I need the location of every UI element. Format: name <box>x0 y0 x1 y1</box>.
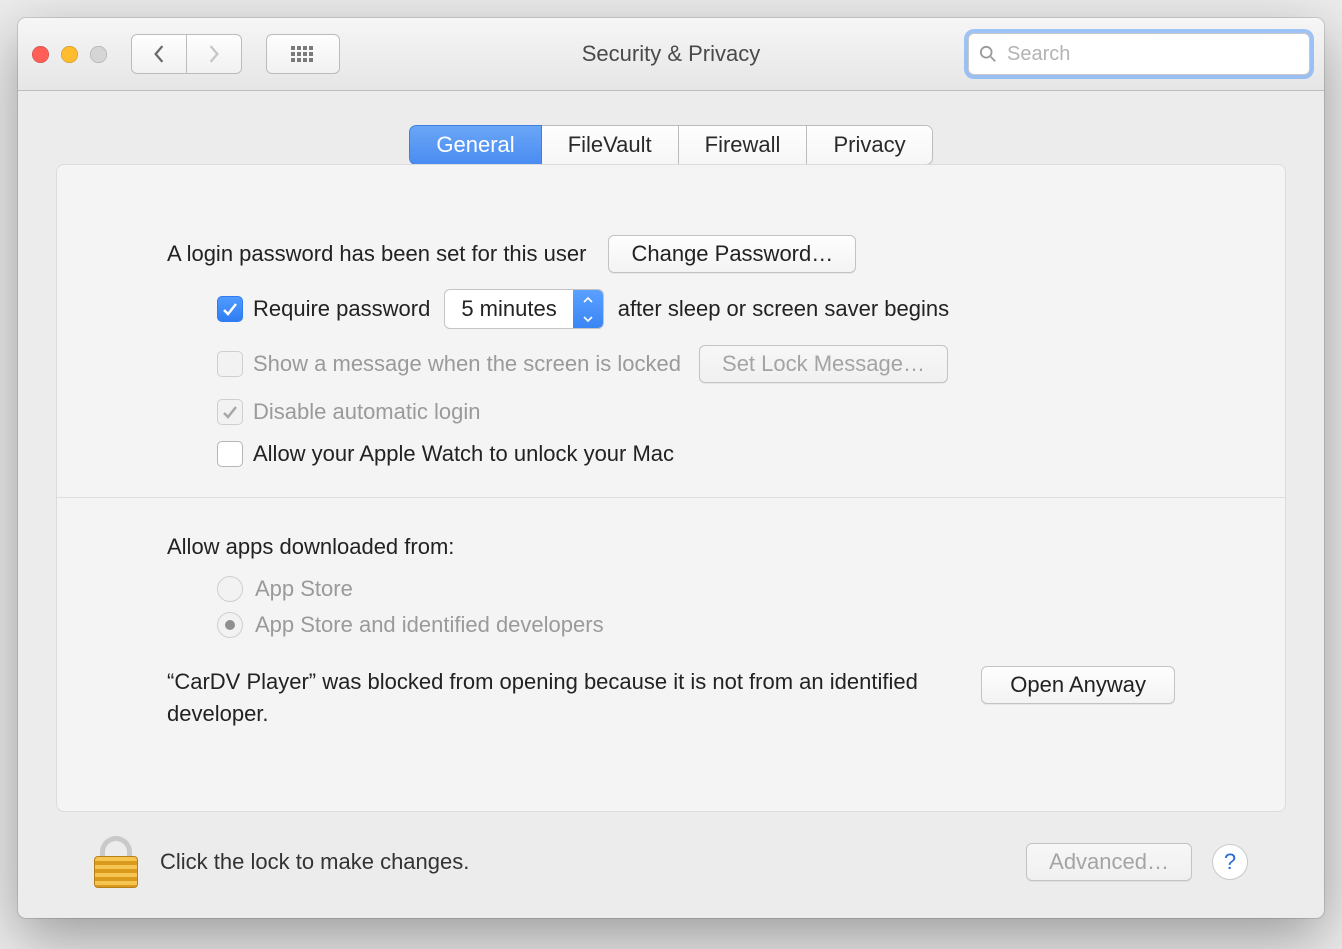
divider <box>57 497 1285 498</box>
chevron-right-icon <box>207 45 221 63</box>
require-password-row: Require password 5 minutes after sleep o… <box>167 289 1175 329</box>
grid-icon <box>291 46 315 62</box>
lock-button[interactable] <box>94 836 138 888</box>
chevron-left-icon <box>152 45 166 63</box>
apple-watch-checkbox[interactable] <box>217 441 243 467</box>
search-input[interactable] <box>1005 42 1299 67</box>
titlebar: Security & Privacy <box>18 18 1324 91</box>
close-window-button[interactable] <box>32 46 49 63</box>
general-panel: A login password has been set for this u… <box>56 164 1286 812</box>
disable-auto-login-row: Disable automatic login <box>167 399 1175 425</box>
content-area: General FileVault Firewall Privacy A log… <box>18 91 1324 918</box>
require-password-label-before: Require password <box>253 296 430 322</box>
login-password-row: A login password has been set for this u… <box>167 235 1175 273</box>
apple-watch-label: Allow your Apple Watch to unlock your Ma… <box>253 441 674 467</box>
search-field[interactable] <box>968 33 1310 75</box>
apple-watch-row: Allow your Apple Watch to unlock your Ma… <box>167 441 1175 467</box>
footer: Click the lock to make changes. Advanced… <box>56 812 1286 918</box>
allow-apps-option-0-label: App Store <box>255 576 353 602</box>
set-lock-message-button: Set Lock Message… <box>699 345 948 383</box>
tab-firewall[interactable]: Firewall <box>679 125 808 165</box>
tab-privacy[interactable]: Privacy <box>807 125 932 165</box>
require-password-delay-select[interactable]: 5 minutes <box>444 289 603 329</box>
change-password-button[interactable]: Change Password… <box>608 235 856 273</box>
require-password-label-after: after sleep or screen saver begins <box>618 296 949 322</box>
show-message-label: Show a message when the screen is locked <box>253 351 681 377</box>
require-password-delay-value: 5 minutes <box>445 296 572 322</box>
allow-apps-radio-identified-devs <box>217 612 243 638</box>
nav-group <box>131 34 242 74</box>
tab-filevault[interactable]: FileVault <box>542 125 679 165</box>
select-stepper-icon <box>573 290 603 328</box>
require-password-checkbox[interactable] <box>217 296 243 322</box>
back-button[interactable] <box>131 34 187 74</box>
tab-general[interactable]: General <box>409 125 541 165</box>
minimize-window-button[interactable] <box>61 46 78 63</box>
show-message-checkbox <box>217 351 243 377</box>
blocked-app-message: “CarDV Player” was blocked from opening … <box>167 666 951 730</box>
lock-hint-label: Click the lock to make changes. <box>160 849 469 875</box>
allow-apps-heading-row: Allow apps downloaded from: <box>167 534 1175 560</box>
show-all-button[interactable] <box>266 34 340 74</box>
zoom-window-button <box>90 46 107 63</box>
allow-apps-option-1: App Store and identified developers <box>167 612 1175 638</box>
forward-button[interactable] <box>186 34 242 74</box>
blocked-app-row: “CarDV Player” was blocked from opening … <box>167 666 1175 730</box>
login-password-label: A login password has been set for this u… <box>167 241 586 267</box>
help-button[interactable]: ? <box>1212 844 1248 880</box>
advanced-button: Advanced… <box>1026 843 1192 881</box>
allow-apps-option-1-label: App Store and identified developers <box>255 612 604 638</box>
allow-apps-heading: Allow apps downloaded from: <box>167 534 454 560</box>
show-message-row: Show a message when the screen is locked… <box>167 345 1175 383</box>
search-icon <box>979 45 997 63</box>
window-controls <box>32 46 107 63</box>
preferences-window: Security & Privacy General FileVault Fir… <box>18 18 1324 918</box>
tab-bar: General FileVault Firewall Privacy <box>409 125 932 165</box>
open-anyway-button[interactable]: Open Anyway <box>981 666 1175 704</box>
allow-apps-radio-app-store <box>217 576 243 602</box>
disable-auto-login-label: Disable automatic login <box>253 399 480 425</box>
allow-apps-option-0: App Store <box>167 576 1175 602</box>
disable-auto-login-checkbox <box>217 399 243 425</box>
